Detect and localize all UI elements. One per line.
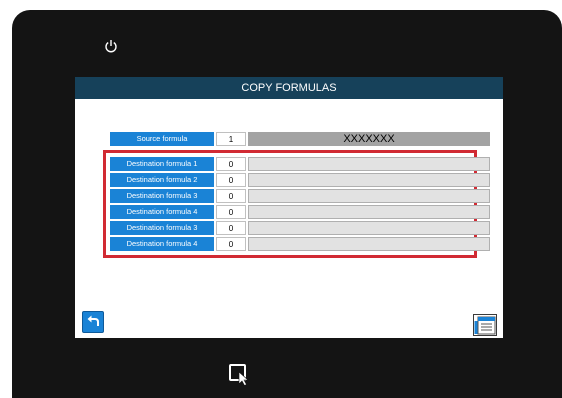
destination-formula-label: Destination formula 4 — [110, 205, 214, 219]
back-arrow-icon — [87, 315, 99, 326]
source-formula-label: Source formula — [110, 132, 214, 146]
touch-cursor-icon[interactable] — [229, 364, 255, 386]
destination-formula-name — [248, 157, 490, 171]
hmi-screen: COPY FORMULAS Source formula 1 XXXXXXX D… — [75, 77, 503, 338]
destination-formula-label: Destination formula 3 — [110, 189, 214, 203]
destination-formula-name — [248, 189, 490, 203]
destination-formula-number[interactable]: 0 — [216, 237, 246, 251]
destination-formula-label: Destination formula 1 — [110, 157, 214, 171]
destination-formula-name — [248, 205, 490, 219]
destination-formula-name — [248, 221, 490, 235]
destination-formula-label: Destination formula 3 — [110, 221, 214, 235]
destination-formula-number[interactable]: 0 — [216, 157, 246, 171]
page-title: COPY FORMULAS — [75, 77, 503, 99]
destination-formula-name — [248, 173, 490, 187]
destination-formula-label: Destination formula 2 — [110, 173, 214, 187]
destination-formula-number[interactable]: 0 — [216, 221, 246, 235]
destination-formula-name — [248, 237, 490, 251]
document-icon[interactable] — [473, 314, 497, 336]
power-icon[interactable] — [104, 39, 118, 53]
back-button[interactable] — [82, 311, 104, 333]
destination-formula-number[interactable]: 0 — [216, 173, 246, 187]
destination-formula-number[interactable]: 0 — [216, 189, 246, 203]
source-formula-number[interactable]: 1 — [216, 132, 246, 146]
destination-formula-label: Destination formula 4 — [110, 237, 214, 251]
source-formula-name: XXXXXXX — [248, 132, 490, 146]
destination-formula-number[interactable]: 0 — [216, 205, 246, 219]
